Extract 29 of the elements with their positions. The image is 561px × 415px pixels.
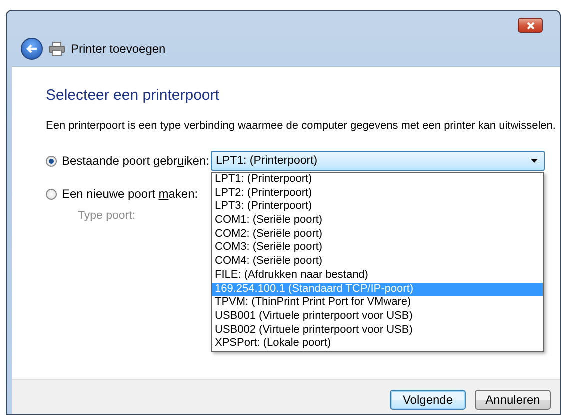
dropdown-item[interactable]: COM3: (Seriële poort) [212,241,543,256]
back-arrow-icon [26,44,38,54]
radio-button[interactable] [46,156,57,166]
radio-label[interactable]: Een nieuwe poort maken: [62,187,198,201]
window-title: Printer toevoegen [71,42,166,56]
printer-icon [49,42,65,56]
dialog-button[interactable]: Volgende [390,390,466,410]
port-dropdown[interactable]: LPT1: (Printerpoort) [211,151,545,171]
caret-icon [531,159,538,163]
dropdown-item[interactable]: LPT1: (Printerpoort) [212,173,543,187]
dialog-button[interactable]: Annuleren [475,390,551,410]
radio-button[interactable] [46,188,57,200]
back-button[interactable] [21,38,43,60]
dropdown-item[interactable]: USB001 (Virtuele printerpoort voor USB) [212,310,543,324]
dropdown-item[interactable]: COM4: (Seriële poort) [212,255,543,269]
dropdown-item[interactable]: TPVM: (ThinPrint Print Port for VMware) [212,296,543,310]
dropdown-item[interactable]: LPT2: (Printerpoort) [212,186,543,200]
dropdown-item[interactable]: COM1: (Seriële poort) [212,214,543,228]
description-text: Een printerpoort is een type verbinding waarmee de computer gegevens met een printer kan uitwisselen. [46,120,557,132]
dropdown-item[interactable]: XPSPort: (Lokale poort) [212,337,543,351]
page-heading: Selecteer een printerpoort [46,87,220,104]
close-button[interactable] [518,18,543,33]
close-icon [526,22,534,30]
dropdown-item[interactable]: FILE: (Afdrukken naar bestand) [212,268,543,282]
dropdown-item[interactable]: LPT3: (Printerpoort) [212,200,543,214]
radio-label[interactable]: Bestaande poort gebruiken: [62,154,210,168]
port-type-label: Type poort: [78,210,136,222]
dropdown-item[interactable]: COM2: (Seriële poort) [212,228,543,242]
dropdown-item[interactable]: USB002 (Virtuele printerpoort voor USB) [212,324,543,338]
